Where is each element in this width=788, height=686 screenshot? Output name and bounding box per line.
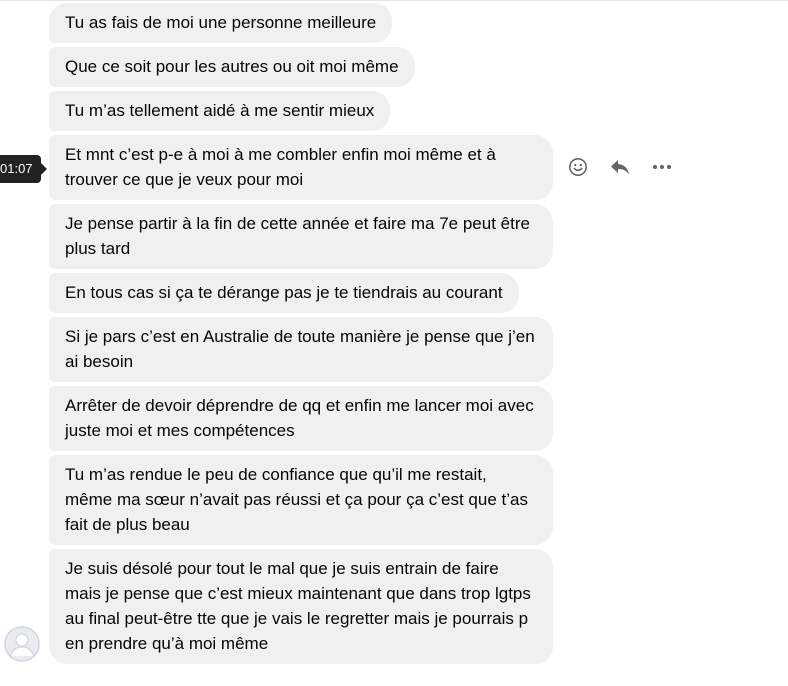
message-actions (565, 154, 691, 180)
smiley-icon (569, 158, 587, 176)
timestamp-tooltip: 01:07 (0, 155, 47, 183)
reply-icon (611, 160, 629, 175)
message-bubble[interactable]: Que ce soit pour les autres ou oit moi m… (49, 47, 415, 87)
message-bubble[interactable]: Si je pars c’est en Australie de toute m… (49, 317, 553, 382)
message-bubble[interactable]: Tu m’as tellement aidé à me sentir mieux (49, 91, 391, 131)
message-bubble[interactable]: Tu as fais de moi une personne meilleure (49, 3, 393, 43)
message-bubble[interactable]: Je pense partir à la fin de cette année … (49, 204, 553, 269)
more-horizontal-icon (652, 164, 672, 170)
reply-button[interactable] (607, 154, 633, 180)
message-bubble[interactable]: Je suis désolé pour tout le mal que je s… (49, 549, 553, 664)
more-button[interactable] (649, 154, 675, 180)
default-avatar-icon (4, 626, 40, 662)
react-button[interactable] (565, 154, 591, 180)
message-bubble-hovered[interactable]: Et mnt c’est p-e à moi à me combler enfi… (49, 135, 553, 200)
sender-avatar[interactable] (4, 626, 40, 662)
message-thread: Tu as fais de moi une personne meilleure… (49, 3, 569, 668)
message-bubble[interactable]: Arrêter de devoir déprendre de qq et enf… (49, 386, 553, 451)
top-divider (0, 0, 788, 1)
message-bubble[interactable]: Tu m’as rendue le peu de confiance que q… (49, 455, 553, 545)
message-bubble[interactable]: En tous cas si ça te dérange pas je te t… (49, 273, 519, 313)
